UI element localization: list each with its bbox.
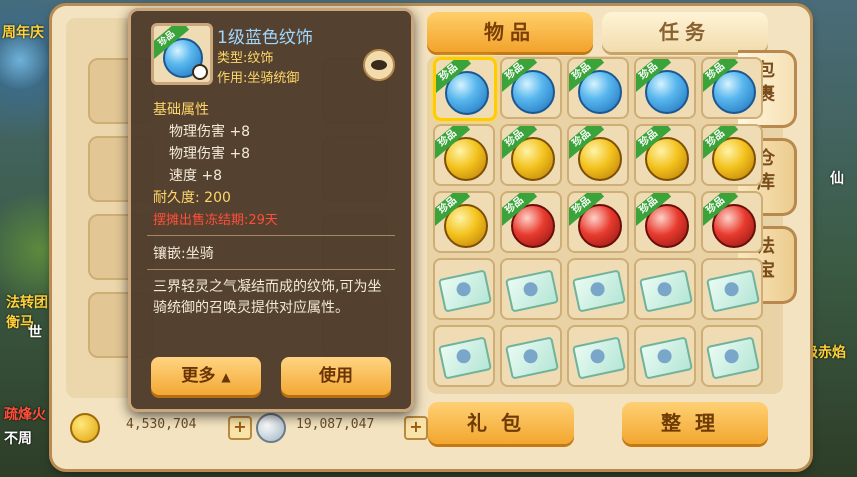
gold-coin-icon [70, 413, 100, 443]
item-type: 类型:纹饰 [217, 51, 274, 66]
eye-icon[interactable] [363, 49, 395, 81]
inventory-cell[interactable] [634, 258, 696, 320]
scroll-icon [571, 336, 627, 380]
inventory-cell[interactable]: 珍品 [701, 191, 763, 253]
inventory-cell[interactable]: 珍品 [634, 191, 696, 253]
inventory-cell[interactable] [567, 325, 629, 387]
tab-tasks[interactable]: 任务 [602, 12, 768, 52]
scroll-icon [705, 336, 761, 380]
base-attr-title: 基础属性 [153, 102, 209, 118]
inventory-cell[interactable] [500, 258, 562, 320]
tab-items[interactable]: 物品 [427, 12, 593, 52]
divider-1 [147, 235, 395, 236]
bg-text-shi: 世 [28, 325, 42, 341]
item-title: 1级蓝色纹饰 [217, 28, 313, 48]
durability: 耐久度: 200 [153, 190, 231, 206]
inventory-cell[interactable] [500, 325, 562, 387]
scroll-icon [638, 336, 694, 380]
bg-text-fazhuan: 法转团 [6, 295, 48, 311]
currency-bar: 4,530,704 + 19,087,047 + [66, 410, 428, 443]
attr-line-1: 物理伤害 +8 [169, 124, 251, 140]
scroll-icon [504, 269, 560, 313]
inventory-cell[interactable]: 珍品 [701, 57, 763, 119]
inventory-cell[interactable]: 珍品 [433, 57, 497, 121]
inventory-cell[interactable]: 珍品 [567, 124, 629, 186]
scroll-icon [437, 269, 493, 313]
more-button[interactable]: 更多 ▲ [151, 357, 261, 395]
bg-text-xian: 仙 [830, 171, 844, 187]
inventory-cell[interactable]: 珍品 [433, 124, 495, 186]
inventory-cell[interactable]: 珍品 [500, 57, 562, 119]
chevron-up-icon: ▲ [221, 370, 231, 384]
inventory-cell[interactable]: 珍品 [634, 57, 696, 119]
bg-text-fenghuo: 疏烽火 [4, 407, 46, 423]
gold-amount: 4,530,704 [126, 417, 197, 432]
inventory-cell[interactable] [634, 325, 696, 387]
inventory-cell[interactable] [701, 258, 763, 320]
add-gold-button[interactable]: + [228, 416, 252, 440]
add-silver-button[interactable]: + [404, 416, 428, 440]
item-effect: 作用:坐骑统御 [217, 71, 300, 86]
magnifier-icon[interactable] [192, 64, 208, 80]
item-description: 三界轻灵之气凝结而成的纹饰,可为坐骑统御的召唤灵提供对应属性。 [153, 279, 382, 316]
scroll-icon [638, 269, 694, 313]
inventory-cell[interactable]: 珍品 [567, 57, 629, 119]
silver-amount: 19,087,047 [296, 417, 375, 432]
inventory-cell[interactable] [433, 325, 495, 387]
silver-coin-icon [256, 413, 286, 443]
item-tooltip: 珍品 1级蓝色纹饰 类型:纹饰 作用:坐骑统御 基础属性 物理伤害 +8 物理伤… [128, 8, 414, 412]
scroll-icon [437, 336, 493, 380]
inventory-cell[interactable]: 珍品 [500, 124, 562, 186]
scroll-icon [504, 336, 560, 380]
attr-line-3: 速度 +8 [169, 168, 223, 184]
inventory-cell[interactable] [567, 258, 629, 320]
inventory-cell[interactable]: 珍品 [567, 191, 629, 253]
tooltip-item-icon: 珍品 [151, 23, 213, 85]
inventory-cell[interactable]: 珍品 [433, 191, 495, 253]
attr-line-2: 物理伤害 +8 [169, 146, 251, 162]
inlay-info: 镶嵌:坐骑 [153, 246, 214, 262]
freeze-notice: 摆摊出售冻结期:29天 [153, 213, 278, 228]
inventory-cell[interactable] [433, 258, 495, 320]
inventory-cell[interactable] [701, 325, 763, 387]
use-button[interactable]: 使用 [281, 357, 391, 395]
gift-button[interactable]: 礼包 [428, 402, 574, 444]
inventory-cell[interactable]: 珍品 [500, 191, 562, 253]
bg-text-anniversary: 周年庆 [2, 25, 44, 41]
inventory-cell[interactable]: 珍品 [634, 124, 696, 186]
more-button-label: 更多 [181, 366, 216, 386]
inventory-cell[interactable]: 珍品 [701, 124, 763, 186]
scroll-icon [705, 269, 761, 313]
divider-2 [147, 269, 395, 270]
scroll-icon [571, 269, 627, 313]
bg-text-buzhou: 不周 [4, 431, 32, 447]
sort-button[interactable]: 整理 [622, 402, 768, 444]
